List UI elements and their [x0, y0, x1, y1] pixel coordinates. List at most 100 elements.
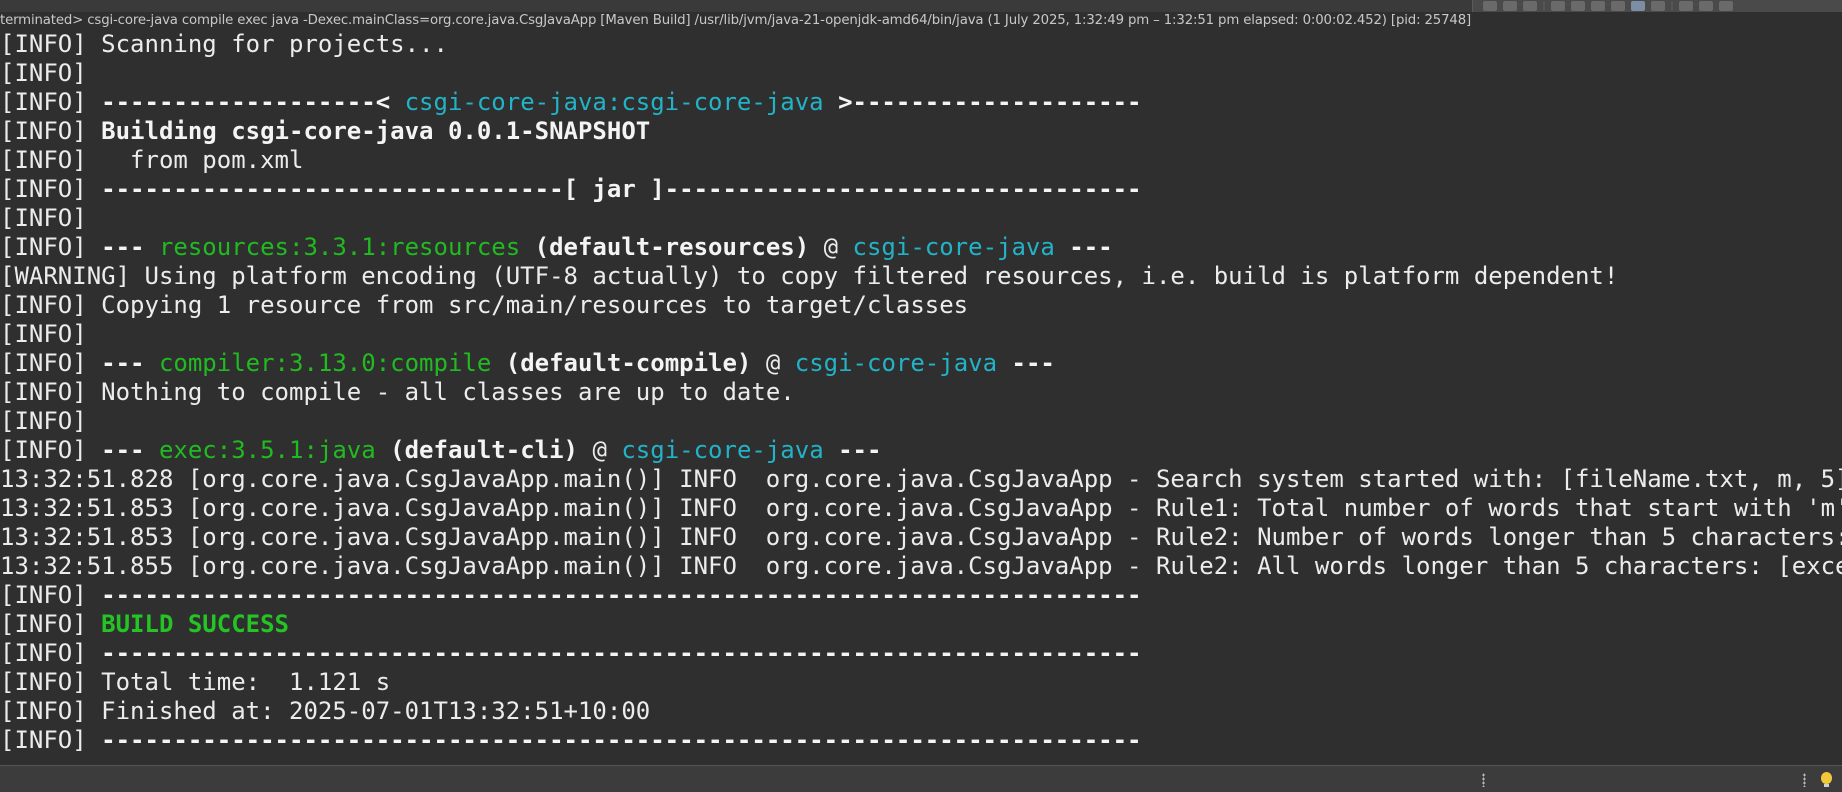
- minimize-icon[interactable]: [1719, 1, 1733, 11]
- console-text: [INFO]: [0, 291, 102, 319]
- clear-console-icon[interactable]: [1523, 1, 1537, 11]
- console-text: [INFO]: [0, 30, 102, 58]
- remove-launch-icon[interactable]: [1483, 1, 1497, 11]
- console-line: 13:32:51.855 [org.core.java.CsgJavaApp.m…: [0, 552, 1842, 581]
- console-text: from pom.xml: [101, 146, 304, 174]
- console-line: [INFO] ---------------------------------…: [0, 581, 1842, 610]
- console-text: Finished at: 2025-07-01T13:32:51+10:00: [101, 697, 651, 725]
- console-text: Scanning for projects...: [101, 30, 448, 58]
- show-on-output-icon[interactable]: [1591, 1, 1605, 11]
- console-text: [INFO]: [0, 320, 87, 348]
- grip-icon[interactable]: [1803, 773, 1806, 787]
- console-line: [INFO] from pom.xml: [0, 146, 1842, 175]
- console-text: 13:32:51.853 [org.core.java.CsgJavaApp.m…: [0, 523, 1842, 551]
- console-text: Copying 1 resource from src/main/resourc…: [101, 291, 969, 319]
- console-text: [INFO]: [0, 436, 102, 464]
- console-text: Nothing to compile - all classes are up …: [101, 378, 795, 406]
- console-text: Building csgi-core-java 0.0.1-SNAPSHOT: [101, 117, 651, 145]
- console-text: [INFO]: [0, 668, 102, 696]
- console-text: Total time: 1.121 s: [101, 668, 391, 696]
- console-text: csgi-core-java: [852, 233, 1055, 261]
- console-line: [WARNING] Using platform encoding (UTF-8…: [0, 262, 1842, 291]
- console-text: compiler:3.13.0:compile: [158, 349, 492, 377]
- console-line: [INFO] --------------------------------[…: [0, 175, 1842, 204]
- console-text: -------------------<: [101, 88, 405, 116]
- console-line: [INFO] Total time: 1.121 s: [0, 668, 1842, 697]
- console-text: --------------------------------[ jar ]-…: [101, 175, 1142, 203]
- toolbar-separator: [1543, 1, 1545, 11]
- open-console-icon[interactable]: [1679, 1, 1693, 11]
- console-line: 13:32:51.853 [org.core.java.CsgJavaApp.m…: [0, 494, 1842, 523]
- console-text: csgi-core-java: [794, 349, 998, 377]
- console-line: [INFO] Scanning for projects...: [0, 30, 1842, 59]
- console-text: [WARNING] Using platform encoding (UTF-8…: [0, 262, 1619, 290]
- console-text: ----------------------------------------…: [101, 639, 1142, 667]
- console-text: 13:32:51.853 [org.core.java.CsgJavaApp.m…: [0, 494, 1842, 522]
- console-text: [INFO]: [0, 639, 102, 667]
- console-text: [INFO]: [0, 610, 102, 638]
- console-text: [INFO]: [0, 407, 87, 435]
- console-text: [INFO]: [0, 88, 102, 116]
- console-text: 13:32:51.855 [org.core.java.CsgJavaApp.m…: [0, 552, 1842, 580]
- console-text: csgi-core-java: [621, 436, 824, 464]
- console-text: ---: [1054, 233, 1113, 261]
- console-line: [INFO] Copying 1 resource from src/main/…: [0, 291, 1842, 320]
- console-line: [INFO] --- exec:3.5.1:java (default-cli)…: [0, 436, 1842, 465]
- console-line: [INFO]: [0, 204, 1842, 233]
- console-text: (default-compile): [491, 349, 752, 377]
- console-text: [INFO]: [0, 233, 102, 261]
- console-text: [INFO]: [0, 175, 102, 203]
- pin-console-icon[interactable]: [1631, 1, 1645, 11]
- console-output[interactable]: [INFO] Scanning for projects... [INFO] [IN…: [0, 30, 1842, 762]
- console-line: [INFO]: [0, 320, 1842, 349]
- console-text: [INFO]: [0, 726, 102, 754]
- status-bar: [0, 765, 1842, 792]
- console-line: [INFO] Building csgi-core-java 0.0.1-SNA…: [0, 117, 1842, 146]
- console-text: ---: [101, 349, 159, 377]
- console-window: terminated> csgi-core-java compile exec …: [0, 0, 1842, 792]
- console-line: [INFO] Nothing to compile - all classes …: [0, 378, 1842, 407]
- console-text: [INFO]: [0, 59, 87, 87]
- console-text: @: [809, 233, 853, 261]
- console-text: ----------------------------------------…: [101, 726, 1142, 754]
- display-selected-console-icon[interactable]: [1651, 1, 1665, 11]
- scroll-lock-icon[interactable]: [1551, 1, 1565, 11]
- console-text: [INFO]: [0, 146, 102, 174]
- console-toolbar: [1472, 0, 1842, 12]
- console-line: [INFO] BUILD SUCCESS: [0, 610, 1842, 639]
- console-text: [INFO]: [0, 204, 87, 232]
- console-text: >--------------------: [823, 88, 1142, 116]
- console-text: ---: [997, 349, 1055, 377]
- console-text: ---: [101, 233, 159, 261]
- console-line: [INFO]: [0, 59, 1842, 88]
- console-line: [INFO] Finished at: 2025-07-01T13:32:51+…: [0, 697, 1842, 726]
- toolbar-separator: [1671, 1, 1673, 11]
- console-text: resources:3.3.1:resources: [158, 233, 521, 261]
- console-text: exec:3.5.1:java: [158, 436, 376, 464]
- console-text: (default-cli): [375, 436, 578, 464]
- show-on-error-icon[interactable]: [1611, 1, 1625, 11]
- remove-all-terminated-icon[interactable]: [1503, 1, 1517, 11]
- console-text: [INFO]: [0, 349, 102, 377]
- console-text: [INFO]: [0, 117, 102, 145]
- console-text: ---: [823, 436, 882, 464]
- console-text: (default-resources): [520, 233, 810, 261]
- grip-icon[interactable]: [1482, 773, 1485, 787]
- console-line: [INFO] --- resources:3.3.1:resources (de…: [0, 233, 1842, 262]
- console-line: 13:32:51.853 [org.core.java.CsgJavaApp.m…: [0, 523, 1842, 552]
- console-text: BUILD SUCCESS: [101, 610, 289, 638]
- console-text: ----------------------------------------…: [101, 581, 1142, 609]
- word-wrap-icon[interactable]: [1571, 1, 1585, 11]
- launch-description: terminated> csgi-core-java compile exec …: [0, 13, 1472, 28]
- console-text: [INFO]: [0, 697, 102, 725]
- console-line: [INFO] ---------------------------------…: [0, 639, 1842, 668]
- new-console-view-icon[interactable]: [1699, 1, 1713, 11]
- console-line: [INFO] -------------------< csgi-core-ja…: [0, 88, 1842, 117]
- console-text: [INFO]: [0, 581, 102, 609]
- console-text: [INFO]: [0, 378, 102, 406]
- lightbulb-icon[interactable]: [1821, 772, 1832, 787]
- console-text: csgi-core-java:csgi-core-java: [404, 88, 824, 116]
- console-text: @: [578, 436, 622, 464]
- console-text: ---: [101, 436, 159, 464]
- console-line: [INFO] --- compiler:3.13.0:compile (defa…: [0, 349, 1842, 378]
